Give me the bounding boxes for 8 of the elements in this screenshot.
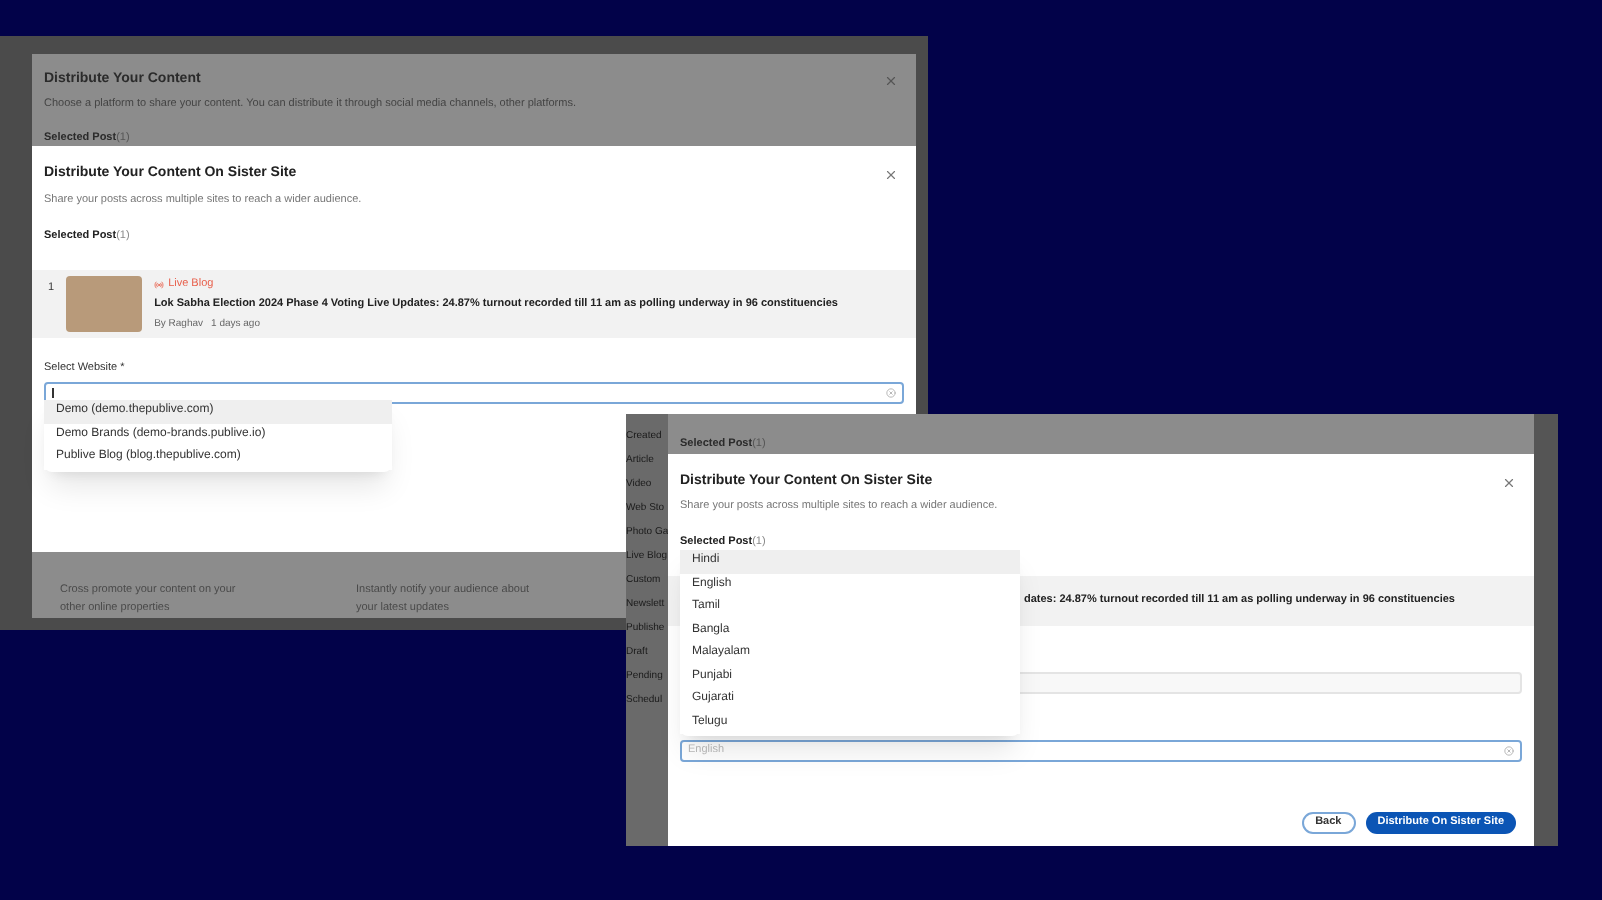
- close-icon[interactable]: [1502, 475, 1516, 490]
- close-icon[interactable]: [884, 167, 898, 182]
- clear-icon[interactable]: [886, 388, 896, 399]
- live-icon: [154, 279, 165, 290]
- photo-placeholder: [66, 276, 143, 332]
- text-cursor: [52, 387, 54, 400]
- close-icon[interactable]: [884, 73, 898, 88]
- clear-icon[interactable]: [1504, 746, 1514, 756]
